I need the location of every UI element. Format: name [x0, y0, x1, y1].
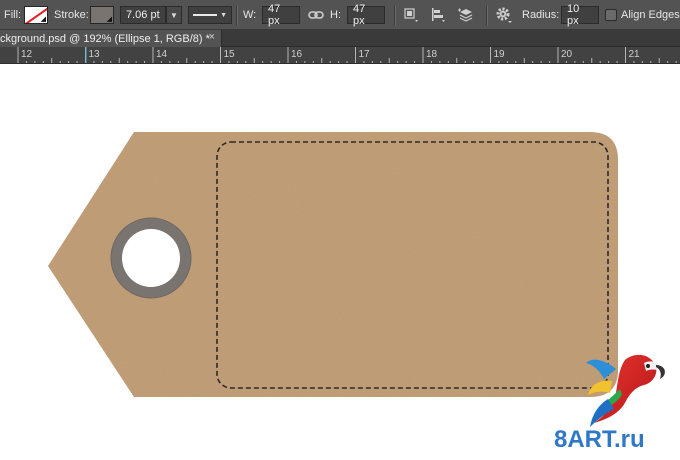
separator	[486, 5, 488, 25]
ruler-scale: 12 13 14 15 16 17 18 19 20 21	[17, 47, 677, 63]
document-tab[interactable]: ckground.psd @ 192% (Ellipse 1, RGB/8) *…	[0, 30, 222, 47]
link-icon	[308, 11, 324, 19]
width-field[interactable]: 47 px	[262, 3, 300, 27]
canvas-artwork: 8ART.ru	[48, 132, 665, 453]
ruler-label: 15	[224, 49, 236, 60]
path-operations-icon	[404, 8, 418, 22]
stroke-type-dropdown[interactable]: ▼	[188, 6, 232, 24]
path-operations-button[interactable]	[402, 6, 420, 24]
settings-button[interactable]	[495, 6, 513, 24]
stroke-dropdown-arrow-icon: ◢	[106, 16, 112, 23]
path-arrangement-button[interactable]	[457, 6, 475, 24]
chevron-down-icon: ▼	[220, 11, 227, 19]
radius-field[interactable]: 10 px	[561, 3, 599, 27]
options-bar: Fill: ◢ Stroke: ◢ 7.06 pt ▼ ▼ W: 47 px H	[0, 0, 680, 30]
horizontal-ruler[interactable]: 12 13 14 15 16 17 18 19 20 21	[0, 47, 680, 64]
ruler-label: 13	[89, 49, 101, 60]
path-alignment-icon	[432, 8, 445, 22]
ruler-label: 21	[629, 49, 641, 60]
eyelet-hole	[122, 229, 180, 287]
ruler-label: 18	[426, 49, 438, 60]
separator	[394, 5, 396, 25]
height-field[interactable]: 47 px	[347, 3, 385, 27]
solid-line-icon	[193, 14, 218, 16]
width-label: W:	[243, 9, 257, 21]
document-tab-title: ckground.psd @ 192% (Ellipse 1, RGB/8) *	[0, 32, 210, 45]
fill-control: Fill:	[4, 0, 21, 30]
ruler-label: 17	[359, 49, 371, 60]
path-alignment-button[interactable]	[429, 6, 447, 24]
stroke-label: Stroke:	[54, 9, 89, 21]
ruler-label: 19	[494, 49, 506, 60]
chevron-down-icon: ▼	[170, 10, 178, 20]
gear-icon	[496, 7, 512, 23]
fill-dropdown-arrow-icon: ◢	[40, 16, 46, 23]
watermark-text: 8ART.ru	[554, 426, 645, 453]
stroke-swatch[interactable]: ◢	[90, 6, 114, 24]
stroke-width-field[interactable]: 7.06 pt	[120, 6, 166, 24]
document-canvas[interactable]: 8ART.ru	[0, 64, 680, 457]
fill-label: Fill:	[4, 9, 22, 21]
align-edges-label: Align Edges	[621, 9, 680, 21]
height-label: H:	[330, 9, 341, 21]
document-tab-bar: ckground.psd @ 192% (Ellipse 1, RGB/8) *…	[0, 30, 680, 47]
ruler-label: 14	[156, 49, 168, 60]
close-icon[interactable]: ×	[209, 31, 215, 43]
link-dimensions-button[interactable]	[307, 6, 325, 24]
align-edges-checkbox[interactable]	[605, 9, 617, 21]
fill-swatch[interactable]: ◢	[24, 6, 48, 24]
ruler-label: 16	[291, 49, 303, 60]
parrot-logo-icon	[586, 354, 665, 427]
ruler-label: 20	[561, 49, 573, 60]
path-arrangement-icon	[458, 8, 473, 22]
radius-label: Radius:	[522, 9, 560, 21]
ruler-label: 12	[21, 49, 33, 60]
stroke-width-dropdown[interactable]: ▼	[166, 6, 182, 24]
separator	[236, 5, 238, 25]
